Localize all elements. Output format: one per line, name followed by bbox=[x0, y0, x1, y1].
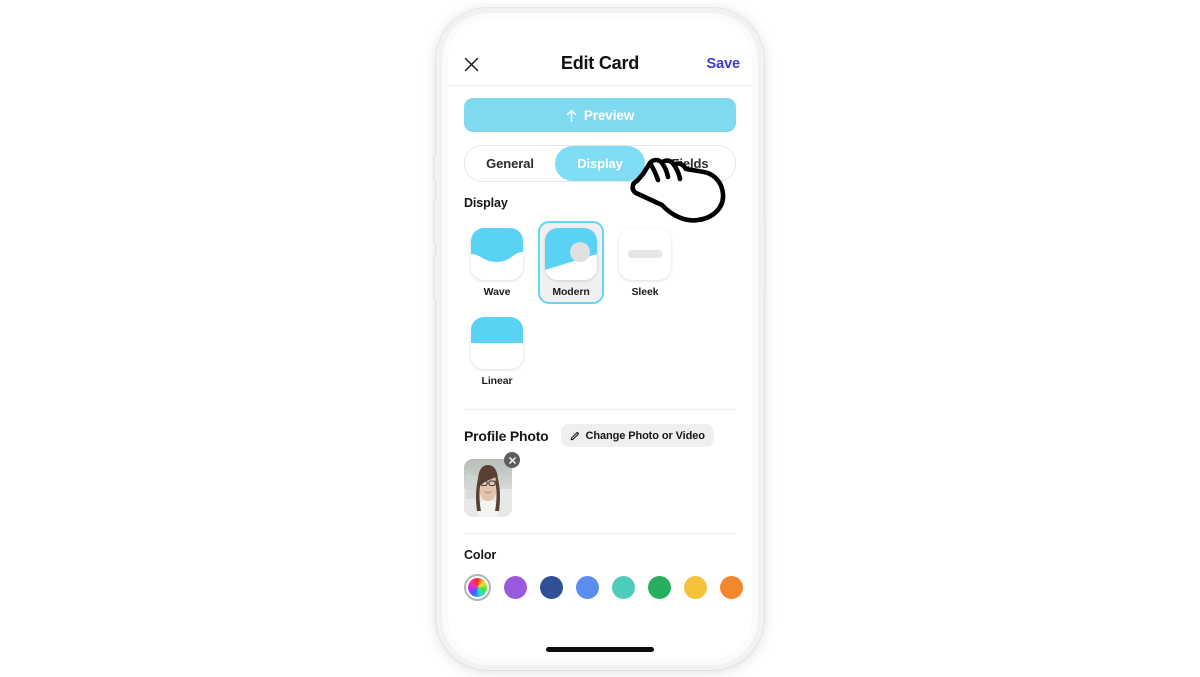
save-button[interactable]: Save bbox=[707, 56, 741, 72]
profile-photo-thumbnail-wrap bbox=[464, 452, 520, 517]
preview-button-label: Preview bbox=[583, 107, 635, 123]
display-section: Display Wave Modern Sleek Linear bbox=[448, 182, 752, 410]
style-name-linear: Linear bbox=[481, 375, 513, 387]
display-section-label: Display bbox=[464, 196, 508, 210]
navigation-bar: Edit Card Save bbox=[448, 19, 752, 86]
tab-fields[interactable]: Fields bbox=[645, 146, 735, 181]
style-option-wave[interactable]: Wave bbox=[464, 221, 530, 304]
color-wheel-gradient bbox=[468, 578, 487, 597]
change-photo-button[interactable]: Change Photo or Video bbox=[560, 424, 714, 447]
tab-general[interactable]: General bbox=[465, 146, 555, 181]
color-swatch-yellow[interactable] bbox=[684, 576, 707, 599]
tab-bar: General Display Fields bbox=[464, 145, 736, 182]
profile-photo-thumbnail[interactable] bbox=[464, 459, 512, 517]
phone-volume-up-button[interactable] bbox=[433, 200, 437, 244]
preview-button-container: Preview bbox=[448, 86, 752, 132]
color-swatch-row[interactable] bbox=[464, 574, 743, 601]
color-swatch-purple[interactable] bbox=[504, 576, 527, 599]
preview-button[interactable]: Preview bbox=[464, 98, 736, 132]
profile-photo-image bbox=[464, 459, 512, 517]
color-swatch-orange[interactable] bbox=[720, 576, 743, 599]
close-icon bbox=[508, 456, 516, 464]
style-option-sleek[interactable]: Sleek bbox=[612, 221, 678, 304]
style-option-linear[interactable]: Linear bbox=[464, 310, 530, 393]
color-swatch-blue[interactable] bbox=[576, 576, 599, 599]
color-section: Color bbox=[448, 534, 752, 601]
style-name-sleek: Sleek bbox=[631, 286, 659, 298]
phone-volume-down-button[interactable] bbox=[433, 256, 437, 300]
screenshot-canvas: Edit Card Save Preview General Display F… bbox=[0, 0, 1200, 677]
sleek-thumbnail bbox=[619, 228, 671, 280]
tab-bar-container: General Display Fields bbox=[448, 132, 752, 182]
color-swatch-navy[interactable] bbox=[540, 576, 563, 599]
modern-thumbnail-art bbox=[545, 228, 597, 280]
linear-thumbnail-art bbox=[471, 317, 523, 369]
sleek-thumbnail-bar bbox=[628, 250, 662, 258]
profile-photo-section: Profile Photo Change Photo or Video bbox=[448, 410, 752, 534]
phone-silent-switch[interactable] bbox=[433, 155, 437, 181]
tab-display[interactable]: Display bbox=[555, 146, 645, 181]
color-swatch-teal[interactable] bbox=[612, 576, 635, 599]
up-arrow-icon bbox=[566, 109, 576, 122]
pencil-icon bbox=[570, 431, 579, 440]
profile-photo-title: Profile Photo bbox=[464, 427, 549, 444]
modern-thumbnail bbox=[545, 228, 597, 280]
style-name-modern: Modern bbox=[552, 286, 590, 298]
color-swatch-green[interactable] bbox=[648, 576, 671, 599]
wave-thumbnail bbox=[471, 228, 523, 280]
style-option-modern[interactable]: Modern bbox=[538, 221, 604, 304]
profile-photo-header: Profile Photo Change Photo or Video bbox=[464, 424, 736, 447]
color-section-label: Color bbox=[464, 548, 497, 562]
style-name-wave: Wave bbox=[483, 286, 511, 298]
phone-power-button[interactable] bbox=[762, 218, 766, 290]
linear-thumbnail bbox=[471, 317, 523, 369]
color-wheel-picker[interactable] bbox=[464, 574, 491, 601]
phone-screen: Edit Card Save Preview General Display F… bbox=[448, 19, 752, 659]
display-style-grid: Wave Modern Sleek Linear bbox=[464, 221, 736, 393]
remove-photo-button[interactable] bbox=[504, 452, 520, 468]
wave-thumbnail-art bbox=[471, 228, 523, 280]
change-photo-button-label: Change Photo or Video bbox=[585, 429, 705, 442]
home-indicator bbox=[546, 647, 654, 652]
